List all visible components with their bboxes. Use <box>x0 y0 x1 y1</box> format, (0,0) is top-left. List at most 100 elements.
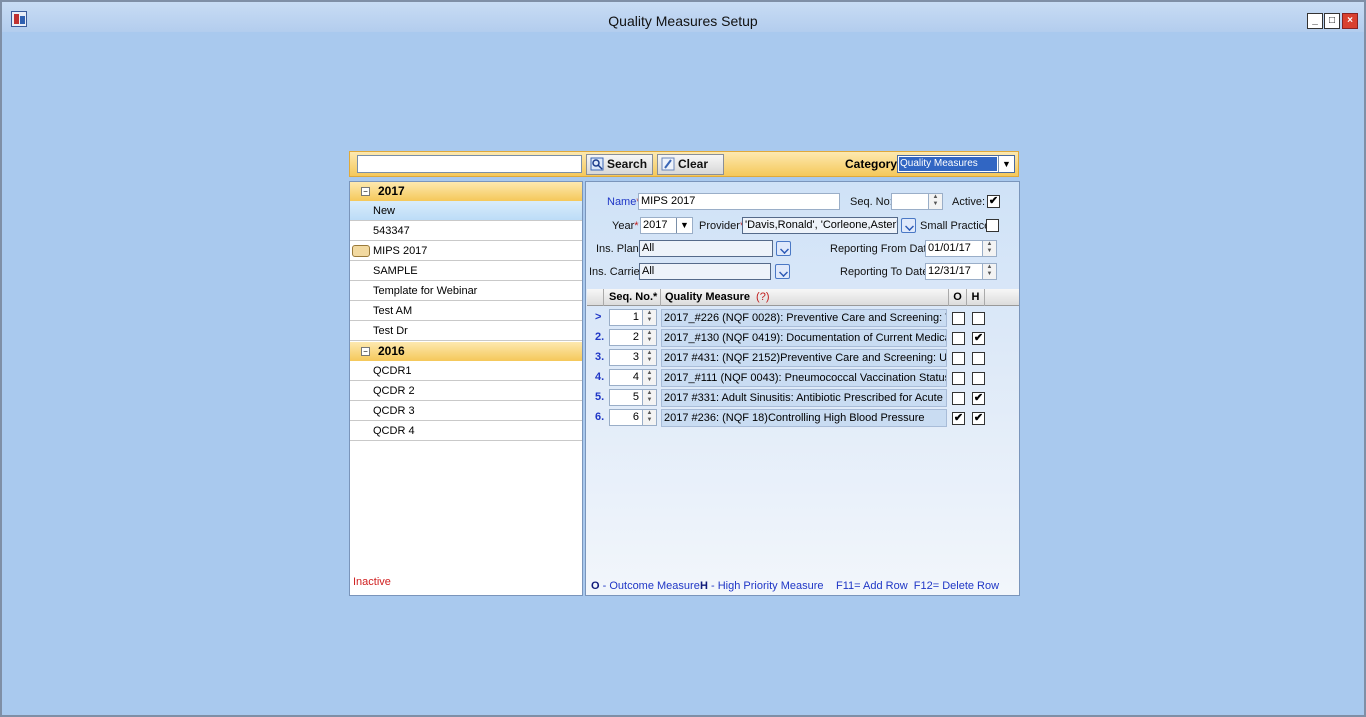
provider-picker-icon[interactable] <box>901 218 916 233</box>
table-row[interactable]: 4. 4 ▲ ▼ 2017_#111 (NQF 0043): Pneumococca… <box>587 368 1019 388</box>
reporting-to-field[interactable]: 12/31/17 ▲ ▼ <box>925 263 997 280</box>
collapse-icon[interactable]: − <box>361 347 370 356</box>
spinner-icon[interactable]: ▲ ▼ <box>642 370 656 385</box>
maximize-button[interactable]: □ <box>1324 13 1340 29</box>
measure-set-tree: − 2017 New 543347 MIPS 2017 SAMPLE Templ… <box>349 181 583 596</box>
tree-item[interactable]: SAMPLE <box>350 261 582 281</box>
high-priority-checkbox[interactable]: ✔ <box>972 392 985 405</box>
inactive-label[interactable]: Inactive <box>353 576 391 588</box>
tree-item[interactable]: Test Dr <box>350 321 582 341</box>
table-row[interactable]: 2. 2 ▲ ▼ 2017_#130 (NQF 0419): Documentati… <box>587 328 1019 348</box>
spinner-icon[interactable]: ▲ ▼ <box>642 310 656 325</box>
spinner-icon[interactable]: ▲ ▼ <box>982 241 996 256</box>
search-toolbar: Search Clear Category: Quality Measures … <box>349 151 1019 177</box>
spinner-icon[interactable]: ▲ ▼ <box>642 330 656 345</box>
category-select[interactable]: Quality Measures ▼ <box>897 155 1015 173</box>
tree-item[interactable]: Template for Webinar <box>350 281 582 301</box>
outcome-checkbox[interactable]: ✔ <box>952 412 965 425</box>
table-row[interactable]: 6. 6 ▲ ▼ 2017 #236: (NQF 18)Controlling Hi… <box>587 408 1019 428</box>
seq-value: 2 <box>632 331 639 343</box>
tree-item[interactable]: QCDR 3 <box>350 401 582 421</box>
chevron-down-icon[interactable]: ▼ <box>998 156 1014 172</box>
tree-item[interactable]: Test AM <box>350 301 582 321</box>
measure-cell[interactable]: 2017 #431: (NQF 2152)Preventive Care and… <box>661 349 947 367</box>
title-bar: Quality Measures Setup _ □ × <box>2 2 1364 32</box>
outcome-checkbox[interactable] <box>952 392 965 405</box>
name-field[interactable]: MIPS 2017 <box>638 193 840 210</box>
minimize-button[interactable]: _ <box>1307 13 1323 29</box>
seq-cell[interactable]: 3 ▲ ▼ <box>609 349 657 366</box>
clear-button[interactable]: Clear <box>657 154 724 175</box>
active-checkbox[interactable]: ✔ <box>987 195 1000 208</box>
outcome-checkbox[interactable] <box>952 372 965 385</box>
provider-field[interactable]: 'Davis,Ronald', 'Corleone,Aster', 'Cro <box>742 217 898 234</box>
spinner-icon[interactable]: ▲ ▼ <box>982 264 996 279</box>
high-priority-column-header[interactable]: H <box>967 289 985 306</box>
outcome-checkbox[interactable] <box>952 352 965 365</box>
chevron-down-icon[interactable]: ▼ <box>676 218 692 233</box>
spinner-icon[interactable]: ▲ ▼ <box>928 194 942 209</box>
seq-cell[interactable]: 4 ▲ ▼ <box>609 369 657 386</box>
seq-column-header[interactable]: Seq. No.* <box>604 289 661 306</box>
spinner-icon[interactable]: ▲ ▼ <box>642 390 656 405</box>
seq-no-field[interactable]: ▲ ▼ <box>891 193 943 210</box>
measure-cell[interactable]: 2017_#130 (NQF 0419): Documentation of C… <box>661 329 947 347</box>
measure-column-header[interactable]: Quality Measure (?) <box>661 289 949 306</box>
seq-cell[interactable]: 5 ▲ ▼ <box>609 389 657 406</box>
tree-item[interactable]: QCDR 4 <box>350 421 582 441</box>
name-label: Name* <box>607 196 641 208</box>
legend-o-text: - Outcome Measure <box>599 580 700 592</box>
ins-plan-picker-icon[interactable] <box>776 241 791 256</box>
tree-item[interactable]: New <box>350 201 582 221</box>
ins-carrier-field[interactable]: All <box>639 263 771 280</box>
outcome-column-header[interactable]: O <box>949 289 967 306</box>
year-value: 2017 <box>643 219 668 231</box>
seq-value: 5 <box>632 391 639 403</box>
measure-cell[interactable]: 2017_#111 (NQF 0043): Pneumococcal Vacci… <box>661 369 947 387</box>
tree-group-label: 2017 <box>378 184 405 198</box>
tree-item[interactable]: QCDR 2 <box>350 381 582 401</box>
legend-outcome: O - Outcome Measure <box>591 580 700 592</box>
high-priority-checkbox[interactable] <box>972 312 985 325</box>
measure-cell[interactable]: 2017 #331: Adult Sinusitis: Antibiotic P… <box>661 389 947 407</box>
tree-item[interactable]: MIPS 2017 <box>350 241 582 261</box>
tree-item[interactable]: QCDR1 <box>350 361 582 381</box>
measure-cell[interactable]: 2017 #236: (NQF 18)Controlling High Bloo… <box>661 409 947 427</box>
outcome-checkbox[interactable] <box>952 312 965 325</box>
year-select[interactable]: 2017 ▼ <box>640 217 693 234</box>
spinner-icon[interactable]: ▲ ▼ <box>642 350 656 365</box>
eraser-icon <box>661 157 675 171</box>
seq-cell[interactable]: 2 ▲ ▼ <box>609 329 657 346</box>
ins-plan-field[interactable]: All <box>639 240 773 257</box>
seq-value: 6 <box>632 411 639 423</box>
high-priority-checkbox[interactable]: ✔ <box>972 332 985 345</box>
search-input[interactable] <box>357 155 582 173</box>
reporting-from-field[interactable]: 01/01/17 ▲ ▼ <box>925 240 997 257</box>
table-row[interactable]: 3. 3 ▲ ▼ 2017 #431: (NQF 2152)Preventive C… <box>587 348 1019 368</box>
clear-button-label: Clear <box>678 157 709 171</box>
seq-cell[interactable]: 6 ▲ ▼ <box>609 409 657 426</box>
search-button[interactable]: Search <box>586 154 653 175</box>
table-row[interactable]: > 1 ▲ ▼ 2017_#226 (NQF 0028): Preventive C… <box>587 308 1019 328</box>
close-button[interactable]: × <box>1342 13 1358 29</box>
spinner-icon[interactable]: ▲ ▼ <box>642 410 656 425</box>
tree-group-2017[interactable]: − 2017 <box>350 182 582 201</box>
measure-cell[interactable]: 2017_#226 (NQF 0028): Preventive Care an… <box>661 309 947 327</box>
high-priority-checkbox[interactable]: ✔ <box>972 412 985 425</box>
high-priority-checkbox[interactable] <box>972 372 985 385</box>
outcome-checkbox[interactable] <box>952 332 965 345</box>
high-priority-checkbox[interactable] <box>972 352 985 365</box>
collapse-icon[interactable]: − <box>361 187 370 196</box>
help-link[interactable]: (?) <box>756 291 769 303</box>
reporting-from-label: Reporting From Date* <box>830 243 937 255</box>
tree-item[interactable]: 543347 <box>350 221 582 241</box>
window-title: Quality Measures Setup <box>608 13 758 29</box>
ins-carrier-picker-icon[interactable] <box>775 264 790 279</box>
table-row[interactable]: 5. 5 ▲ ▼ 2017 #331: Adult Sinusitis: Antib… <box>587 388 1019 408</box>
seq-value: 4 <box>632 371 639 383</box>
reporting-to-label: Reporting To Date* <box>840 266 933 278</box>
seq-cell[interactable]: 1 ▲ ▼ <box>609 309 657 326</box>
tree-group-2016[interactable]: − 2016 <box>350 342 582 361</box>
measures-grid: Seq. No.* Quality Measure (?) O H > 1 ▲ ▼ … <box>587 289 1019 427</box>
small-practice-checkbox[interactable] <box>986 219 999 232</box>
